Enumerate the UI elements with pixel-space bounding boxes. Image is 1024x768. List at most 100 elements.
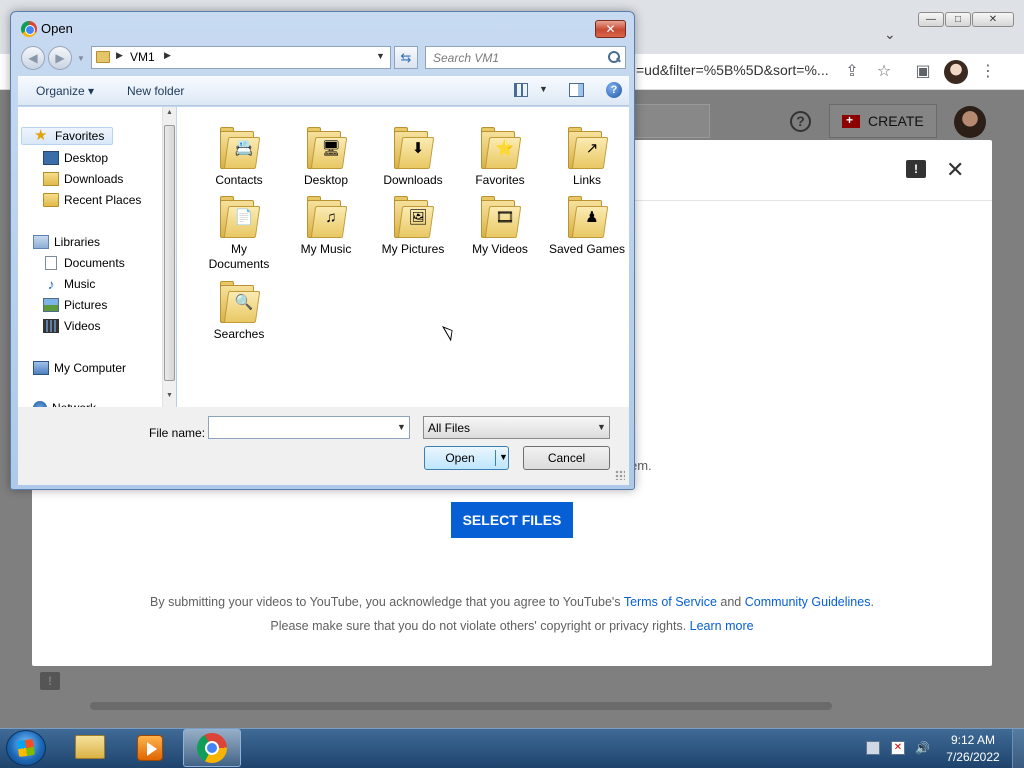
channel-avatar[interactable] xyxy=(954,106,986,138)
side-panel-icon[interactable]: ▣ xyxy=(913,62,933,82)
nav-item-label: Favorites xyxy=(55,129,105,143)
folder-favorites[interactable]: ⭐ Favorites xyxy=(460,125,540,188)
folder-contacts[interactable]: 📇 Contacts xyxy=(199,125,279,188)
volume-icon[interactable]: 🔊 xyxy=(915,741,930,755)
forward-button[interactable]: ▶ xyxy=(48,46,72,70)
nav-item-favorites[interactable]: ★ Favorites xyxy=(21,127,114,145)
view-options-dropdown-icon[interactable]: ▼ xyxy=(539,84,548,94)
refresh-button[interactable]: ⇆ xyxy=(394,46,418,69)
tab-search-chevron-icon[interactable]: ⌄ xyxy=(884,26,896,43)
folder-downloads[interactable]: ⬇ Downloads xyxy=(373,125,453,188)
new-folder-button[interactable]: New folder xyxy=(127,84,184,98)
horizontal-scrollbar[interactable] xyxy=(90,702,832,710)
folder-label: Downloads xyxy=(383,173,443,187)
address-dropdown-icon[interactable]: ▼ xyxy=(376,51,385,61)
open-options-dropdown-icon[interactable]: ▼ xyxy=(499,452,508,462)
scrollbar-thumb[interactable] xyxy=(164,125,175,381)
nav-item-my-computer[interactable]: My Computer xyxy=(33,359,126,377)
folder-icon: 📄 xyxy=(220,194,261,238)
preview-pane-icon[interactable] xyxy=(569,83,584,97)
nav-item-videos[interactable]: Videos xyxy=(43,317,100,335)
scroll-down-icon[interactable]: ▼ xyxy=(166,392,173,399)
feedback-icon[interactable]: ! xyxy=(40,672,60,690)
nav-item-desktop[interactable]: Desktop xyxy=(43,149,108,167)
profile-avatar[interactable] xyxy=(944,60,968,84)
nav-item-pictures[interactable]: Pictures xyxy=(43,296,107,314)
folder-saved-games[interactable]: ♟ Saved Games xyxy=(547,194,627,257)
folder-label: My Music xyxy=(300,242,352,256)
cancel-button[interactable]: Cancel xyxy=(523,446,610,470)
open-file-dialog: Open ✕ ◀ ▶ ▼ ▶ VM1 ▶ ▼ ⇆ Search VM1 Orga… xyxy=(10,11,635,490)
nav-pane-scrollbar[interactable]: ▲ ▼ xyxy=(162,107,176,407)
close-window-button[interactable]: ✕ xyxy=(972,12,1014,27)
file-name-input[interactable] xyxy=(208,416,410,439)
maximize-button[interactable]: □ xyxy=(945,12,971,27)
nav-item-recent-places[interactable]: Recent Places xyxy=(43,191,141,209)
nav-item-downloads[interactable]: Downloads xyxy=(43,170,123,188)
share-icon[interactable]: ⇪ xyxy=(842,62,862,82)
address-bar[interactable]: ▶ VM1 ▶ ▼ xyxy=(91,46,391,69)
community-guidelines-link[interactable]: Community Guidelines xyxy=(745,595,871,609)
folder-icon: ♟ xyxy=(568,194,609,238)
send-feedback-icon[interactable]: ! xyxy=(906,160,926,178)
folder-desktop[interactable]: 🖥 Desktop xyxy=(286,125,366,188)
folder-badge-icon: 🎞 xyxy=(495,209,515,226)
terms-of-service-link[interactable]: Terms of Service xyxy=(624,595,717,609)
help-icon[interactable]: ? xyxy=(790,111,811,132)
clock-time[interactable]: 9:12 AM xyxy=(944,733,1002,747)
show-desktop-button[interactable] xyxy=(1012,729,1024,768)
help-icon[interactable]: ? xyxy=(606,82,622,98)
nav-item-label: Pictures xyxy=(64,298,108,312)
organize-button[interactable]: Organize ▾ xyxy=(36,84,94,98)
scroll-up-icon[interactable]: ▲ xyxy=(166,109,173,116)
close-icon[interactable]: ✕ xyxy=(946,157,964,183)
file-type-select[interactable]: All Files xyxy=(423,416,610,439)
address-bar-url[interactable]: =ud&filter=%5B%5D&sort=%... xyxy=(636,62,834,78)
folder-my-pictures[interactable]: 🖼 My Pictures xyxy=(373,194,453,257)
windows-explorer-icon xyxy=(75,735,105,759)
start-button[interactable] xyxy=(6,730,46,766)
menu-icon[interactable]: ⋮ xyxy=(978,62,998,82)
search-input[interactable]: Search VM1 xyxy=(425,46,626,69)
breadcrumb-vm1[interactable]: VM1 xyxy=(130,50,155,64)
resize-grip[interactable] xyxy=(615,470,625,480)
clock-date[interactable]: 7/26/2022 xyxy=(938,750,1008,764)
folder-icon: ⬇ xyxy=(394,125,435,169)
folder-my-documents[interactable]: 📄 My Documents xyxy=(199,194,279,272)
file-type-dropdown-icon[interactable]: ▼ xyxy=(597,422,606,432)
file-list: 📇 Contacts 🖥 Desktop ⬇ Downloads ⭐ Favor… xyxy=(177,107,629,407)
folder-searches[interactable]: 🔍 Searches xyxy=(199,279,279,342)
search-icon[interactable] xyxy=(608,51,620,63)
bookmark-star-icon[interactable]: ☆ xyxy=(874,62,894,82)
nav-item-documents[interactable]: Documents xyxy=(43,254,125,272)
folder-my-videos[interactable]: 🎞 My Videos xyxy=(460,194,540,257)
change-view-icon[interactable] xyxy=(514,83,528,97)
breadcrumb-arrow-icon[interactable]: ▶ xyxy=(116,50,123,61)
back-button[interactable]: ◀ xyxy=(21,46,45,70)
folder-label: Contacts xyxy=(215,173,263,187)
action-center-flag-icon[interactable]: ✕ xyxy=(891,741,905,755)
nav-item-label: Videos xyxy=(64,319,101,333)
folder-my-music[interactable]: ♫ My Music xyxy=(286,194,366,257)
file-name-dropdown-icon[interactable]: ▼ xyxy=(397,422,406,432)
create-button[interactable]: CREATE xyxy=(829,104,937,138)
folder-label: Favorites xyxy=(475,173,525,187)
network-tray-icon[interactable] xyxy=(866,741,880,755)
nav-item-label: Downloads xyxy=(64,172,124,186)
dialog-close-button[interactable]: ✕ xyxy=(595,20,626,38)
learn-more-link[interactable]: Learn more xyxy=(690,619,754,633)
nav-item-libraries[interactable]: Libraries xyxy=(33,233,100,251)
folder-links[interactable]: ↗ Links xyxy=(547,125,627,188)
folder-icon: 🔍 xyxy=(220,279,261,323)
nav-item-music[interactable]: ♪ Music xyxy=(43,275,96,293)
desktop-icon xyxy=(43,151,59,165)
recent-locations-dropdown-icon[interactable]: ▼ xyxy=(77,54,85,63)
folder-icon: 🖥 xyxy=(307,125,348,169)
folder-label: Desktop xyxy=(303,173,349,187)
terms-notice-period: . xyxy=(870,595,874,609)
select-files-button[interactable]: SELECT FILES xyxy=(451,502,573,538)
nav-item-label: Music xyxy=(64,277,96,291)
minimize-button[interactable]: — xyxy=(918,12,944,27)
open-button[interactable]: Open ▼ xyxy=(424,446,509,470)
breadcrumb-arrow-icon[interactable]: ▶ xyxy=(164,50,171,61)
